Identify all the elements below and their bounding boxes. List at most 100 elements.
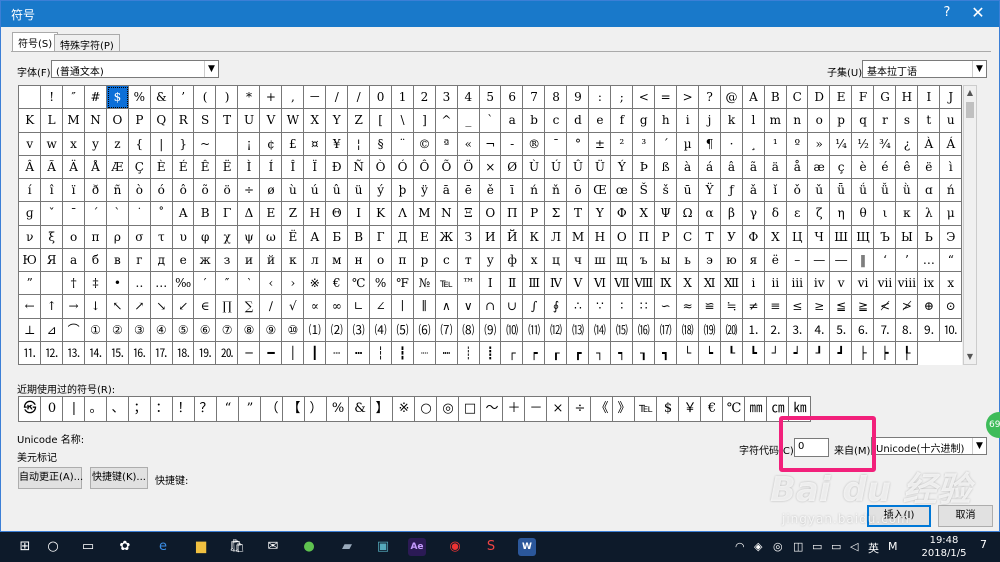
symbol-cell[interactable]: Σ	[545, 202, 568, 226]
symbol-cell[interactable]: ò	[128, 179, 151, 203]
subset-select[interactable]: 基本拉丁语 ▼	[862, 60, 987, 78]
symbol-cell[interactable]: х	[523, 248, 546, 272]
symbol-cell[interactable]: ↙	[172, 295, 195, 319]
symbol-cell[interactable]: µ	[676, 132, 699, 156]
symbol-cell[interactable]: 2	[413, 86, 436, 110]
symbol-cell[interactable]: ¨	[391, 132, 414, 156]
scroll-thumb[interactable]	[966, 102, 974, 118]
symbol-cell[interactable]: э	[698, 248, 721, 272]
symbol-cell[interactable]: Ж	[435, 225, 458, 249]
symbol-cell[interactable]: Μ	[413, 202, 436, 226]
recent-symbol-cell[interactable]: 【	[283, 397, 305, 422]
symbol-cell[interactable]: ‹	[260, 272, 283, 296]
symbol-cell[interactable]: ※	[304, 272, 327, 296]
symbol-cell[interactable]: Ψ	[654, 202, 677, 226]
symbol-cell[interactable]: ┉	[435, 341, 458, 365]
symbol-cell[interactable]: -	[501, 132, 524, 156]
symbol-cell[interactable]: ↖	[106, 295, 129, 319]
symbol-cell[interactable]: °	[567, 132, 590, 156]
symbol-cell[interactable]: №	[413, 272, 436, 296]
symbol-cell[interactable]: ③	[128, 318, 151, 342]
symbol-cell[interactable]: Κ	[369, 202, 392, 226]
symbol-cell[interactable]: ń	[523, 179, 546, 203]
symbol-cell[interactable]: ∮	[545, 295, 568, 319]
symbol-cell[interactable]: ≦	[830, 295, 853, 319]
symbol-cell[interactable]: u	[940, 109, 962, 133]
symbol-cell[interactable]: ‖	[852, 248, 875, 272]
symbol-cell[interactable]: ě	[479, 179, 502, 203]
symbol-cell[interactable]: ∟	[347, 295, 370, 319]
symbol-cell[interactable]: /	[347, 86, 370, 110]
symbol-cell[interactable]: n	[786, 109, 809, 133]
symbol-cell[interactable]: ¥	[326, 132, 348, 156]
symbol-cell[interactable]: щ	[611, 248, 634, 272]
symbol-cell[interactable]: ∏	[216, 295, 239, 319]
symbol-cell[interactable]: €	[326, 272, 348, 296]
symbol-cell[interactable]: ≮	[874, 295, 897, 319]
symbol-cell[interactable]: Ⅲ	[523, 272, 546, 296]
symbol-cell[interactable]: B	[764, 86, 787, 110]
symbol-cell[interactable]: ←	[19, 295, 41, 319]
symbol-cell[interactable]: ç	[830, 155, 853, 179]
recent-symbol-cell[interactable]: ￥	[679, 397, 701, 422]
symbol-cell[interactable]: ∵	[589, 295, 612, 319]
clock[interactable]: 19:48 2018/1/5	[914, 534, 974, 560]
recent-symbol-cell[interactable]: €	[701, 397, 723, 422]
symbol-cell[interactable]: Ö	[457, 155, 480, 179]
symbol-cell[interactable]: ∞	[326, 295, 348, 319]
symbol-cell[interactable]: ⒕	[84, 341, 107, 365]
symbol-cell[interactable]: ≡	[764, 295, 787, 319]
symbol-cell[interactable]: ≈	[676, 295, 699, 319]
symbol-cell[interactable]: <	[633, 86, 655, 110]
symbol-cell[interactable]: Р	[654, 225, 677, 249]
symbol-cell[interactable]: ‰	[172, 272, 195, 296]
symbol-cell[interactable]: þ	[391, 179, 414, 203]
symbol-cell[interactable]: ┒	[633, 341, 655, 365]
symbol-cell[interactable]: ;	[611, 86, 634, 110]
symbol-cell[interactable]: ⑿	[545, 318, 568, 342]
symbol-cell[interactable]: у	[479, 248, 502, 272]
symbol-cell[interactable]: œ	[611, 179, 634, 203]
symbol-cell[interactable]: ¬	[479, 132, 502, 156]
symbol-cell[interactable]: ǜ	[896, 179, 919, 203]
symbol-cell[interactable]: ∝	[304, 295, 327, 319]
symbol-cell-selected[interactable]: $	[106, 86, 129, 110]
symbol-cell[interactable]: ù	[282, 179, 305, 203]
symbol-cell[interactable]: ∫	[523, 295, 546, 319]
symbol-cell[interactable]: ⑵	[326, 318, 348, 342]
symbol-cell[interactable]: •	[106, 272, 129, 296]
tab-symbols[interactable]: 符号(S)	[12, 32, 59, 52]
recent-symbol-cell[interactable]: |	[63, 397, 85, 422]
symbol-cell[interactable]: Ç	[128, 155, 151, 179]
symbol-cell[interactable]: ±	[589, 132, 612, 156]
symbol-cell[interactable]: Ê	[194, 155, 217, 179]
symbol-cell[interactable]: Ú	[545, 155, 568, 179]
symbol-cell[interactable]: ″	[216, 272, 239, 296]
recent-symbol-cell[interactable]: ×	[547, 397, 569, 422]
symbol-cell[interactable]: ½	[852, 132, 875, 156]
volume-icon[interactable]: ◁	[850, 540, 858, 553]
symbol-cell[interactable]: Φ	[611, 202, 634, 226]
symbol-cell[interactable]: ⅱ	[764, 272, 787, 296]
symbol-cell[interactable]: ⒛	[216, 341, 239, 365]
symbol-cell[interactable]: i	[676, 109, 699, 133]
symbol-cell[interactable]: ℉	[391, 272, 414, 296]
recent-symbol-cell[interactable]: ÷	[569, 397, 591, 422]
recent-symbol-cell[interactable]: 。	[85, 397, 107, 422]
symbol-cell[interactable]: ─	[238, 341, 261, 365]
symbol-cell[interactable]: ð	[84, 179, 107, 203]
symbol-cell[interactable]: ⒀	[567, 318, 590, 342]
symbol-cell[interactable]: ∥	[413, 295, 436, 319]
symbol-cell[interactable]: γ	[742, 202, 765, 226]
symbol-cell[interactable]: ↑	[40, 295, 63, 319]
symbol-cell[interactable]: τ	[150, 225, 173, 249]
recent-symbol-cell[interactable]: □	[459, 397, 481, 422]
symbol-cell[interactable]: ℡	[435, 272, 458, 296]
symbol-cell[interactable]: Β	[194, 202, 217, 226]
symbol-cell[interactable]: о	[369, 248, 392, 272]
symbol-cell[interactable]: ┅	[347, 341, 370, 365]
symbol-cell[interactable]: `	[479, 109, 502, 133]
symbol-cell[interactable]: D	[808, 86, 831, 110]
symbol-cell[interactable]: Ⅷ	[633, 272, 655, 296]
remote-app-icon[interactable]: ▣	[372, 536, 394, 558]
